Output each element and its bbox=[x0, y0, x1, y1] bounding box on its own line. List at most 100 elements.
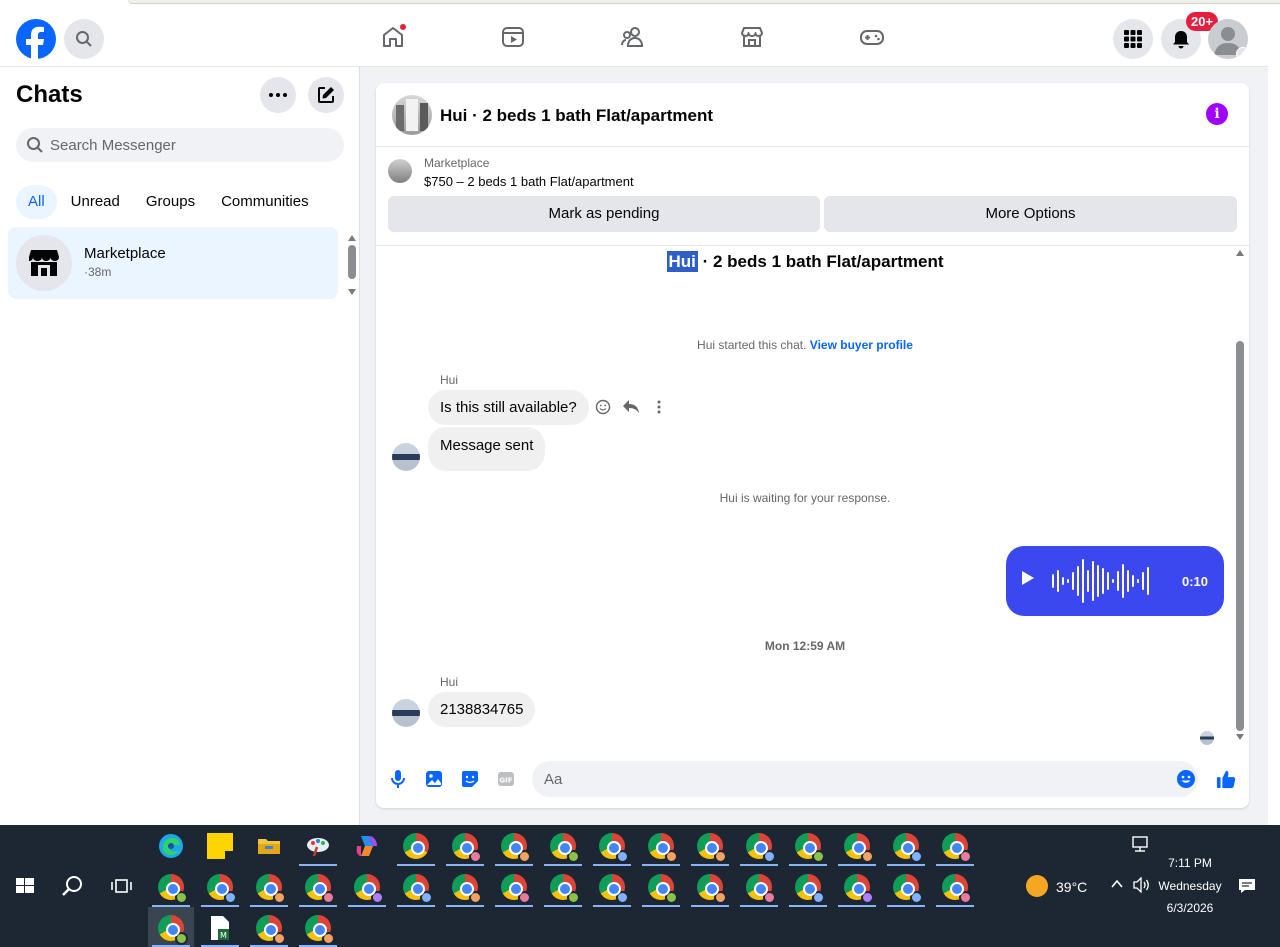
chrome-profile-icon[interactable] bbox=[746, 874, 776, 904]
chrome-profile-icon[interactable] bbox=[599, 833, 629, 863]
sender-avatar[interactable] bbox=[392, 699, 420, 727]
chrome-profile-icon[interactable] bbox=[648, 874, 678, 904]
chrome-profile-icon[interactable] bbox=[550, 874, 580, 904]
scroll-up-icon[interactable] bbox=[1236, 250, 1244, 256]
chrome-profile-icon[interactable] bbox=[746, 833, 776, 863]
gif-icon[interactable]: GIF bbox=[496, 769, 516, 789]
chrome-profile-icon[interactable] bbox=[893, 833, 923, 863]
page-scrollbar[interactable] bbox=[1268, 7, 1280, 825]
chrome-profile-icon[interactable] bbox=[501, 874, 531, 904]
speaker-icon[interactable] bbox=[1133, 876, 1151, 894]
scroll-up-icon[interactable] bbox=[348, 235, 356, 241]
chrome-profile-icon[interactable] bbox=[158, 874, 188, 904]
chrome-profile-icon[interactable] bbox=[697, 833, 727, 863]
document-icon[interactable]: M bbox=[209, 915, 235, 941]
reply-icon[interactable] bbox=[622, 398, 640, 416]
scroll-thumb[interactable] bbox=[348, 245, 356, 279]
message-input[interactable] bbox=[532, 761, 1198, 797]
sticker-icon[interactable] bbox=[460, 769, 480, 789]
windows-start-icon[interactable] bbox=[12, 873, 38, 899]
more-options-button[interactable]: More Options bbox=[824, 196, 1237, 232]
message-scrollbar[interactable] bbox=[1233, 246, 1247, 746]
listing-title[interactable]: $750 – 2 beds 1 bath Flat/apartment bbox=[424, 174, 634, 189]
chat-list-item[interactable]: Marketplace ·38m bbox=[8, 227, 338, 299]
chrome-icon[interactable] bbox=[403, 833, 429, 859]
chrome-profile-icon[interactable] bbox=[844, 874, 874, 904]
edge-icon[interactable] bbox=[158, 833, 184, 859]
emoji-icon[interactable] bbox=[1176, 769, 1196, 789]
chrome-profile-icon[interactable] bbox=[795, 833, 825, 863]
conversation-avatar[interactable] bbox=[392, 95, 432, 135]
clock-time[interactable]: 7:11 PM bbox=[1160, 856, 1220, 870]
chrome-profile-icon[interactable] bbox=[501, 833, 531, 863]
message-field[interactable] bbox=[544, 761, 1144, 797]
message-bubble[interactable]: 2138834765 bbox=[428, 692, 536, 727]
chrome-profile-icon[interactable] bbox=[403, 874, 433, 904]
nav-gaming[interactable] bbox=[858, 23, 886, 51]
chrome-profile-icon[interactable] bbox=[256, 874, 286, 904]
nav-friends[interactable] bbox=[619, 23, 647, 51]
voice-message[interactable]: 0:10 bbox=[1006, 546, 1224, 616]
view-buyer-profile-link[interactable]: View buyer profile bbox=[810, 338, 913, 352]
chrome-profile-icon[interactable] bbox=[844, 833, 874, 863]
search-button[interactable] bbox=[64, 19, 104, 59]
chrome-profile-icon[interactable] bbox=[550, 833, 580, 863]
sticky-notes-icon[interactable] bbox=[207, 833, 233, 859]
microphone-icon[interactable] bbox=[388, 769, 408, 789]
message-bubble[interactable]: Message sent bbox=[428, 427, 546, 471]
weather-sun-icon[interactable] bbox=[1026, 875, 1048, 897]
more-options-button[interactable] bbox=[260, 77, 296, 113]
chrome-profile-icon[interactable] bbox=[795, 874, 825, 904]
react-icon[interactable] bbox=[594, 398, 612, 416]
filter-communities[interactable]: Communities bbox=[209, 185, 321, 219]
notification-center-icon[interactable] bbox=[1238, 877, 1256, 895]
scroll-down-icon[interactable] bbox=[1236, 734, 1244, 740]
chrome-profile-icon[interactable] bbox=[452, 833, 482, 863]
info-icon[interactable]: i bbox=[1206, 103, 1228, 125]
chevron-up-icon[interactable] bbox=[1110, 877, 1126, 893]
chrome-profile-icon[interactable] bbox=[599, 874, 629, 904]
search-input[interactable] bbox=[50, 136, 330, 154]
weather-temperature[interactable]: 39°C bbox=[1056, 879, 1087, 895]
scroll-down-icon[interactable] bbox=[348, 289, 356, 295]
sidebar-scrollbar[interactable] bbox=[345, 231, 359, 295]
conversation-title[interactable]: Hui · 2 beds 1 bath Flat/apartment bbox=[440, 106, 713, 126]
nav-marketplace[interactable] bbox=[738, 23, 766, 51]
listing-thumbnail[interactable] bbox=[388, 159, 412, 183]
task-view-icon[interactable] bbox=[108, 873, 134, 899]
play-icon[interactable] bbox=[1022, 571, 1034, 585]
clock-date[interactable]: 6/3/2026 bbox=[1160, 901, 1220, 915]
scroll-thumb[interactable] bbox=[1236, 341, 1244, 731]
filter-all[interactable]: All bbox=[16, 185, 57, 219]
nav-video[interactable] bbox=[499, 23, 527, 51]
more-vertical-icon[interactable] bbox=[650, 398, 668, 416]
message-bubble[interactable]: Is this still available? bbox=[428, 390, 589, 425]
filter-groups[interactable]: Groups bbox=[134, 185, 207, 219]
menu-button[interactable] bbox=[1113, 19, 1153, 59]
copilot-icon[interactable] bbox=[354, 833, 380, 859]
chrome-profile-icon[interactable] bbox=[158, 915, 188, 945]
chrome-profile-icon[interactable] bbox=[452, 874, 482, 904]
chrome-profile-icon[interactable] bbox=[697, 874, 727, 904]
chrome-profile-icon[interactable] bbox=[305, 915, 335, 945]
chrome-profile-icon[interactable] bbox=[942, 874, 972, 904]
sender-avatar[interactable] bbox=[392, 443, 420, 471]
filter-unread[interactable]: Unread bbox=[59, 185, 132, 219]
search-icon[interactable] bbox=[60, 873, 86, 899]
network-icon[interactable] bbox=[1130, 835, 1152, 853]
image-icon[interactable] bbox=[424, 769, 444, 789]
mark-pending-button[interactable]: Mark as pending bbox=[388, 196, 820, 232]
chevron-down-icon[interactable] bbox=[1236, 47, 1248, 59]
chrome-profile-icon[interactable] bbox=[354, 874, 384, 904]
chrome-profile-icon[interactable] bbox=[256, 915, 286, 945]
new-message-button[interactable] bbox=[308, 77, 344, 113]
search-messenger[interactable] bbox=[16, 128, 344, 162]
profile-avatar[interactable] bbox=[1208, 19, 1248, 59]
chrome-profile-icon[interactable] bbox=[942, 833, 972, 863]
nav-home[interactable] bbox=[379, 23, 407, 51]
chrome-profile-icon[interactable] bbox=[207, 874, 237, 904]
facebook-logo[interactable] bbox=[16, 19, 56, 59]
file-explorer-icon[interactable] bbox=[256, 833, 282, 859]
chrome-profile-icon[interactable] bbox=[893, 874, 923, 904]
paint-icon[interactable] bbox=[305, 833, 331, 859]
